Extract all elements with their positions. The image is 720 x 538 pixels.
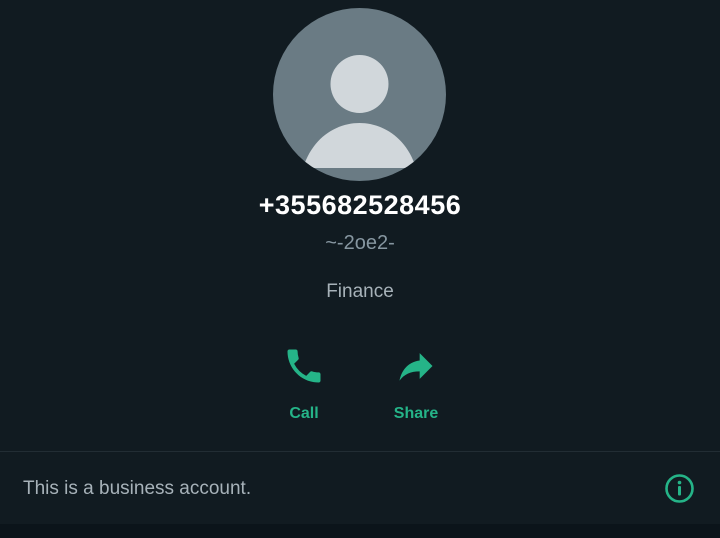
default-person-avatar-icon: [303, 55, 416, 168]
contact-avatar[interactable]: [273, 8, 446, 181]
phone-icon: [287, 349, 321, 383]
bottom-section-edge: [0, 524, 720, 538]
info-icon[interactable]: [664, 473, 695, 504]
call-label: Call: [289, 405, 319, 422]
share-arrow-icon: [399, 353, 433, 381]
share-button[interactable]: Share: [371, 344, 461, 423]
business-category: Finance: [326, 281, 394, 302]
contact-nickname: ~-2oe2-: [325, 232, 395, 254]
business-account-text: This is a business account.: [23, 478, 252, 499]
share-label: Share: [393, 405, 439, 422]
call-button[interactable]: Call: [259, 344, 349, 423]
contact-phone-number: +355682528456: [258, 190, 462, 220]
business-account-row: This is a business account.: [0, 452, 720, 524]
